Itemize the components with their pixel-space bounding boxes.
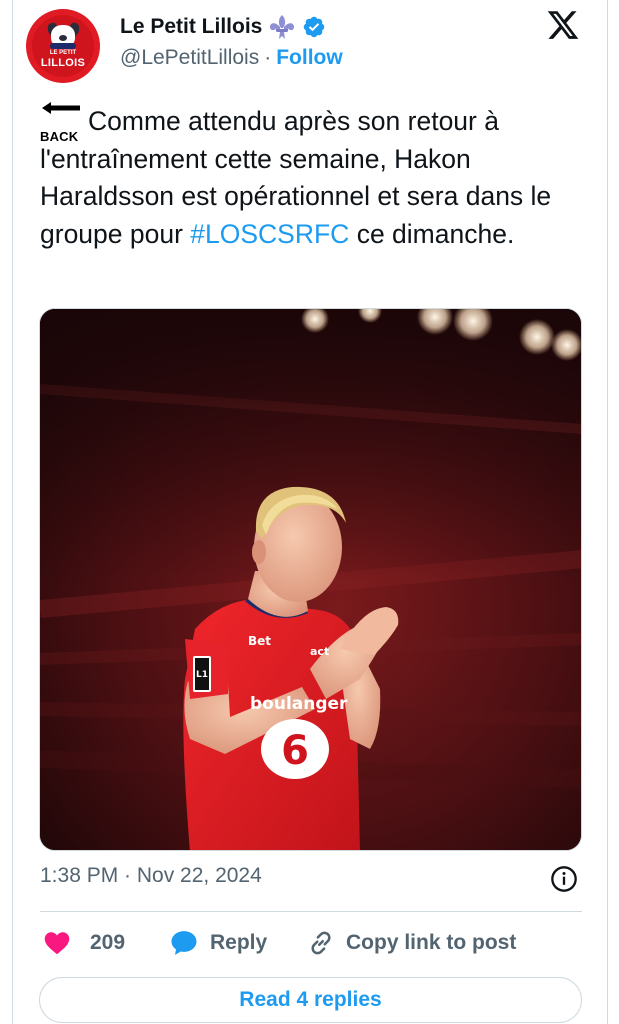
follow-button[interactable]: Follow: [276, 46, 343, 70]
sponsor-text: boulanger: [250, 694, 348, 714]
link-icon: [311, 931, 331, 955]
verified-badge-icon: [304, 16, 325, 38]
tweet-text-after: ce dimanche.: [349, 218, 515, 249]
avatar-small-text: LE PETIT: [49, 50, 77, 56]
reply-button[interactable]: Reply: [168, 926, 267, 960]
hashtag-link[interactable]: #LOSCSRFC: [190, 219, 349, 249]
tweet-media-photo[interactable]: L1 Bet act boulanger 6: [39, 308, 582, 851]
read-replies-button[interactable]: Read 4 replies: [39, 977, 582, 1023]
author-avatar[interactable]: LE PETIT LILLOIS: [26, 9, 100, 83]
heart-icon: [44, 932, 70, 955]
author-handle-row: @LePetitLillois · Follow: [120, 46, 343, 70]
tweet-actions: 209 Reply Copy link to post: [42, 926, 582, 960]
avatar-dog-band: [50, 43, 76, 49]
copy-link-button[interactable]: Copy link to post: [306, 926, 516, 960]
reply-label: Reply: [210, 931, 268, 954]
like-button[interactable]: 209: [42, 926, 125, 960]
copy-link-label: Copy link to post: [346, 931, 517, 954]
author-name-row: Le Petit Lillois: [120, 12, 326, 42]
back-arrow-shape: [42, 102, 80, 114]
fleur-de-lis-icon: [270, 15, 295, 39]
like-count: 209: [90, 931, 126, 954]
avatar-wordmark: LILLOIS: [40, 57, 86, 69]
speech-bubble-icon: [171, 931, 197, 955]
handle-separator: ·: [264, 46, 272, 69]
divider: [40, 911, 582, 912]
chest-logo-right: act: [310, 645, 329, 658]
shirt-number: 6: [281, 728, 309, 774]
chest-logo-left: Bet: [248, 634, 271, 648]
tweet-text: BACK Comme attendu après son retour à l'…: [40, 98, 590, 253]
back-emoji-label: BACK: [40, 129, 79, 144]
league-badge-text: L1: [196, 670, 208, 680]
x-logo-icon[interactable]: [545, 8, 581, 42]
back-arrow-icon: BACK: [40, 98, 84, 144]
author-handle[interactable]: @LePetitLillois: [120, 46, 259, 70]
player-photo: L1 Bet act boulanger 6: [40, 309, 581, 850]
author-display-name[interactable]: Le Petit Lillois: [120, 15, 262, 39]
info-icon[interactable]: [550, 865, 578, 893]
tweet-timestamp[interactable]: 1:38 PM · Nov 22, 2024: [40, 864, 262, 888]
avatar-dog-nose: [59, 35, 67, 41]
